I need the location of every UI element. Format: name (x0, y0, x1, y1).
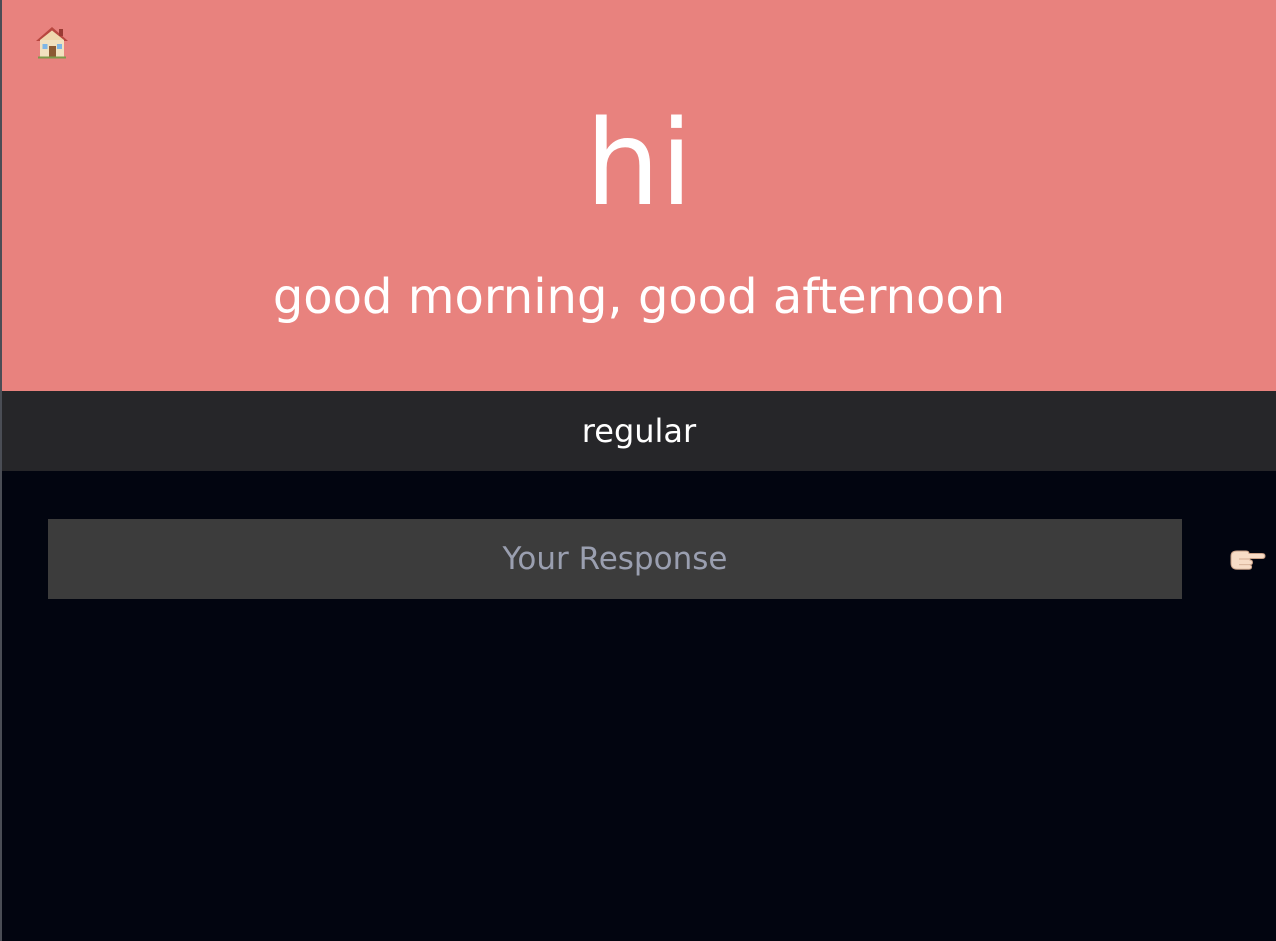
submit-button[interactable] (1228, 544, 1266, 574)
meaning-text: good morning, good afternoon (272, 269, 1006, 325)
word-card: hi good morning, good afternoon (2, 0, 1276, 391)
pointing-hand-icon (1230, 550, 1266, 570)
word-type-label: regular (2, 391, 1276, 471)
response-input[interactable] (48, 519, 1182, 599)
app-root: hi good morning, good afternoon regular (0, 0, 1276, 941)
home-button[interactable] (32, 22, 72, 62)
house-icon (36, 27, 68, 59)
word-text: hi (585, 94, 693, 232)
